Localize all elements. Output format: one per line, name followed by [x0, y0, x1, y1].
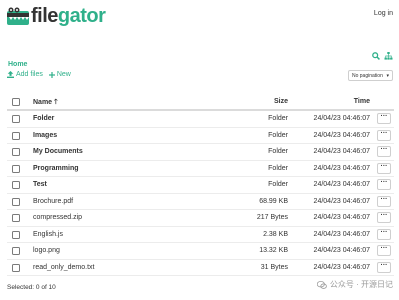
row-checkbox[interactable]	[12, 131, 20, 140]
file-name[interactable]: Test	[33, 181, 47, 188]
file-size: Folder	[268, 148, 288, 155]
wechat-icon	[316, 280, 327, 289]
file-table: Name 🡑 Size Time Folder Folder 24/04/23 04…	[7, 94, 394, 276]
row-checkbox[interactable]	[12, 197, 20, 206]
table-row[interactable]: Brochure.pdf 68.99 KB 24/04/23 04:46:07 ···	[7, 194, 394, 210]
table-row[interactable]: read_only_demo.txt 31 Bytes 24/04/23 04:46…	[7, 260, 394, 276]
column-header-name[interactable]: Name 🡑	[33, 98, 58, 109]
watermark: 公众号 · 开源日记	[316, 279, 393, 290]
table-row[interactable]: English.js 2.38 KB 24/04/23 04:46:07 ···	[7, 227, 394, 243]
file-time: 24/04/23 04:46:07	[313, 263, 370, 271]
file-time: 24/04/23 04:46:07	[313, 115, 370, 122]
table-row[interactable]: compressed.zip 217 Bytes 24/04/23 04:46:07…	[7, 210, 394, 227]
table-row[interactable]: Folder Folder 24/04/23 04:46:07 ···	[7, 111, 394, 128]
file-time: 24/04/23 04:46:07	[313, 197, 370, 205]
table-row[interactable]: Programming Folder 24/04/23 04:46:07 ···	[7, 161, 394, 177]
plus-icon	[48, 71, 55, 78]
file-size: Folder	[268, 164, 288, 172]
file-size: Folder	[268, 181, 288, 188]
column-header-time[interactable]: Time	[354, 98, 370, 105]
chevron-down-icon: ▾	[386, 73, 389, 79]
sort-arrow-up-icon: 🡑	[54, 99, 58, 106]
column-header-size[interactable]: Size	[274, 98, 288, 105]
app-logo[interactable]: filegator	[7, 5, 106, 27]
file-size: 217 Bytes	[256, 214, 288, 221]
row-menu-button[interactable]: ···	[377, 129, 391, 141]
file-time: 24/04/23 04:46:07	[313, 148, 370, 155]
file-time: 24/04/23 04:46:07	[313, 131, 370, 139]
file-name[interactable]: Brochure.pdf	[33, 198, 73, 205]
new-button[interactable]: New	[48, 71, 71, 78]
row-checkbox[interactable]	[12, 181, 20, 189]
row-checkbox[interactable]	[12, 263, 20, 272]
file-name[interactable]: Folder	[33, 115, 54, 122]
breadcrumb: Home	[8, 52, 393, 68]
row-checkbox[interactable]	[12, 230, 20, 239]
add-files-label: Add files	[16, 71, 43, 78]
breadcrumb-tools	[372, 52, 393, 60]
row-checkbox[interactable]	[12, 214, 20, 222]
top-bar: filegator Log in	[0, 0, 399, 34]
row-checkbox[interactable]	[12, 247, 20, 255]
file-time: 24/04/23 04:46:07	[313, 181, 370, 188]
file-name[interactable]: read_only_demo.txt	[33, 264, 94, 271]
file-name[interactable]: Programming	[33, 165, 79, 172]
row-menu-button[interactable]: ···	[377, 245, 391, 256]
watermark-text: 公众号 · 开源日记	[329, 280, 393, 289]
table-row[interactable]: logo.png 13.32 KB 24/04/23 04:46:07 ···	[7, 243, 394, 260]
select-all-checkbox[interactable]	[12, 98, 20, 106]
table-row[interactable]: Test Folder 24/04/23 04:46:07 ···	[7, 177, 394, 194]
file-time: 24/04/23 04:46:07	[313, 214, 370, 221]
row-menu-button[interactable]: ···	[377, 212, 391, 223]
file-size: Folder	[268, 115, 288, 122]
brand-name: filegator	[31, 5, 106, 27]
file-time: 24/04/23 04:46:07	[313, 164, 370, 172]
column-name-label: Name	[33, 99, 53, 106]
file-name[interactable]: My Documents	[33, 148, 83, 155]
file-name[interactable]: Images	[33, 132, 57, 139]
brand-prefix: file	[31, 5, 58, 27]
table-header: Name 🡑 Size Time	[7, 94, 394, 111]
file-size: 2.38 KB	[263, 230, 288, 238]
file-name[interactable]: compressed.zip	[33, 214, 82, 221]
file-size: 13.32 KB	[259, 247, 288, 254]
file-name[interactable]: logo.png	[33, 247, 60, 254]
new-label: New	[56, 71, 71, 78]
selection-status: Selected: 0 of 10	[7, 284, 56, 291]
file-actions: Add files New	[7, 71, 71, 78]
table-body: Folder Folder 24/04/23 04:46:07 ··· Images Fo…	[7, 111, 394, 276]
brand-suffix: gator	[57, 5, 106, 27]
add-files-button[interactable]: Add files	[7, 71, 43, 78]
file-time: 24/04/23 04:46:07	[313, 230, 370, 238]
row-menu-button[interactable]: ···	[377, 261, 391, 273]
file-time: 24/04/23 04:46:07	[313, 247, 370, 254]
file-size: 31 Bytes	[260, 263, 288, 271]
pagination-value: No pagination	[352, 73, 383, 79]
file-size: Folder	[268, 131, 288, 139]
row-checkbox[interactable]	[12, 148, 20, 156]
row-menu-button[interactable]: ···	[377, 228, 391, 240]
gator-logo-icon	[7, 7, 29, 25]
row-menu-button[interactable]: ···	[377, 162, 391, 174]
pagination-select[interactable]: No pagination ▾	[348, 70, 393, 81]
row-menu-button[interactable]: ···	[377, 113, 391, 124]
table-row[interactable]: Images Folder 24/04/23 04:46:07 ···	[7, 128, 394, 144]
breadcrumb-home[interactable]: Home	[8, 61, 27, 68]
file-name[interactable]: English.js	[33, 231, 63, 238]
login-link[interactable]: Log in	[374, 10, 393, 17]
sitemap-icon[interactable]	[384, 52, 393, 60]
upload-icon	[7, 71, 14, 78]
row-menu-button[interactable]: ···	[377, 195, 391, 207]
search-icon[interactable]	[372, 52, 380, 60]
row-checkbox[interactable]	[12, 164, 20, 173]
row-checkbox[interactable]	[12, 115, 20, 123]
file-size: 68.99 KB	[259, 197, 288, 205]
row-menu-button[interactable]: ···	[377, 146, 391, 157]
table-row[interactable]: My Documents Folder 24/04/23 04:46:07 ···	[7, 144, 394, 161]
row-menu-button[interactable]: ···	[377, 179, 391, 190]
